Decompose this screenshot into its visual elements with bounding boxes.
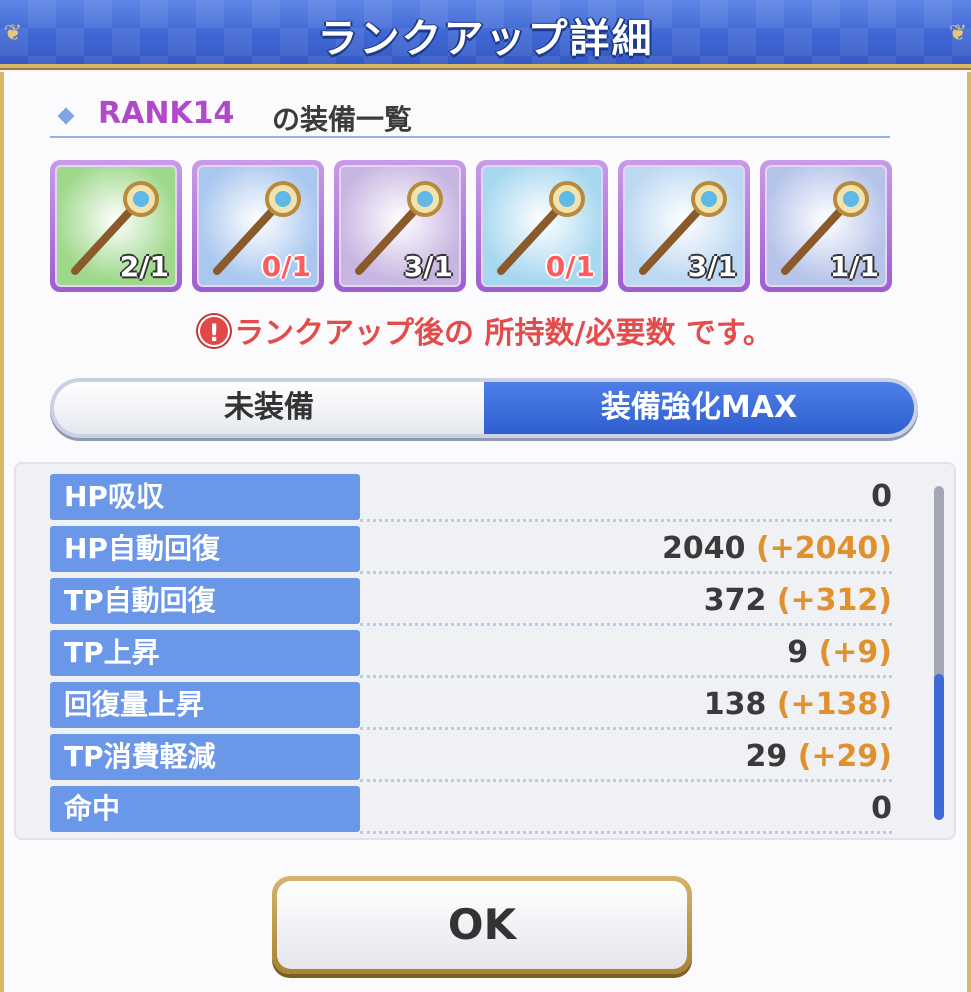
stat-row: TP自動回復 372 (+312) bbox=[50, 578, 892, 626]
stat-value: 0 bbox=[871, 791, 892, 826]
equip-mode-toggle: 未装備 装備強化MAX bbox=[50, 378, 918, 438]
stat-label: TP消費軽減 bbox=[50, 734, 360, 780]
stat-label: TP上昇 bbox=[50, 630, 360, 676]
equipment-slot[interactable]: 3/1 bbox=[618, 160, 750, 292]
stat-bonus: (+312) bbox=[776, 583, 892, 618]
equipment-count: 3/1 bbox=[687, 250, 737, 283]
tab-equip-max[interactable]: 装備強化MAX bbox=[484, 382, 914, 434]
ok-button[interactable]: OK bbox=[272, 876, 692, 974]
stat-label: 命中 bbox=[50, 786, 360, 832]
stat-row: 命中 0 bbox=[50, 786, 892, 834]
stat-value: 0 bbox=[871, 479, 892, 514]
stat-value-group: 9 (+9) bbox=[787, 630, 892, 676]
stat-row: TP上昇 9 (+9) bbox=[50, 630, 892, 678]
stat-row: 回復量上昇 138 (+138) bbox=[50, 682, 892, 730]
corner-ornament-icon: ❦ bbox=[948, 21, 968, 46]
stat-value-group: 2040 (+2040) bbox=[662, 526, 892, 572]
diamond-icon bbox=[57, 107, 75, 125]
stat-value: 138 bbox=[703, 687, 767, 722]
stat-value: 9 bbox=[787, 635, 809, 670]
rank-suffix: の装備一覧 bbox=[272, 103, 413, 136]
rank-up-note: ! ランクアップ後の 所持数/必要数 です。 bbox=[0, 308, 971, 352]
stat-row: HP自動回復 2040 (+2040) bbox=[50, 526, 892, 574]
equipment-count: 2/1 bbox=[119, 250, 169, 283]
equipment-slot[interactable]: 1/1 bbox=[760, 160, 892, 292]
equipment-slot[interactable]: 0/1 bbox=[192, 160, 324, 292]
stat-value-group: 138 (+138) bbox=[704, 682, 892, 728]
scrollbar-thumb[interactable] bbox=[934, 674, 944, 820]
stat-value-group: 0 bbox=[871, 786, 892, 832]
stat-label: HP吸収 bbox=[50, 474, 360, 520]
dotted-divider bbox=[360, 779, 892, 782]
stat-bonus: (+138) bbox=[776, 687, 892, 722]
dotted-divider bbox=[360, 623, 892, 626]
stat-value: 29 bbox=[745, 739, 788, 774]
stat-label: 回復量上昇 bbox=[50, 682, 360, 728]
dotted-divider bbox=[360, 831, 892, 834]
equipment-count: 0/1 bbox=[545, 250, 595, 283]
rank-label: RANK14 bbox=[98, 96, 235, 131]
stat-bonus: (+29) bbox=[797, 739, 892, 774]
equipment-count: 0/1 bbox=[261, 250, 311, 283]
stat-value-group: 372 (+312) bbox=[704, 578, 892, 624]
stat-row: HP吸収 0 bbox=[50, 474, 892, 522]
dotted-divider bbox=[360, 571, 892, 574]
dialog-title: ランクアップ詳細 bbox=[317, 16, 654, 62]
stat-bonus: (+9) bbox=[818, 635, 892, 670]
stat-label: TP自動回復 bbox=[50, 578, 360, 624]
title-bar: ❦ ランクアップ詳細 ❦ bbox=[0, 0, 971, 68]
stat-label: HP自動回復 bbox=[50, 526, 360, 572]
ok-button-label: OK bbox=[277, 881, 687, 969]
equipment-count: 1/1 bbox=[829, 250, 879, 283]
stat-value: 372 bbox=[703, 583, 767, 618]
stat-value-group: 29 (+29) bbox=[745, 734, 892, 780]
stat-value-group: 0 bbox=[871, 474, 892, 520]
stat-value: 2040 bbox=[661, 531, 746, 566]
stat-bonus: (+2040) bbox=[755, 531, 892, 566]
scrollbar[interactable] bbox=[934, 486, 944, 820]
dotted-divider bbox=[360, 675, 892, 678]
rank-header: RANK14 の装備一覧 bbox=[50, 88, 890, 138]
equipment-slot[interactable]: 3/1 bbox=[334, 160, 466, 292]
dotted-divider bbox=[360, 727, 892, 730]
stat-row: TP消費軽減 29 (+29) bbox=[50, 734, 892, 782]
note-text: ランクアップ後の 所持数/必要数 です。 bbox=[234, 316, 773, 351]
tab-unequipped[interactable]: 未装備 bbox=[54, 382, 484, 434]
dotted-divider bbox=[360, 519, 892, 522]
equipment-count: 3/1 bbox=[403, 250, 453, 283]
equipment-slot[interactable]: 0/1 bbox=[476, 160, 608, 292]
warning-icon: ! bbox=[198, 315, 231, 347]
equipment-slot[interactable]: 2/1 bbox=[50, 160, 182, 292]
stats-list[interactable]: HP吸収 0 HP自動回復 2040 (+2040) TP自動回復 372 (+312) T… bbox=[14, 462, 956, 840]
